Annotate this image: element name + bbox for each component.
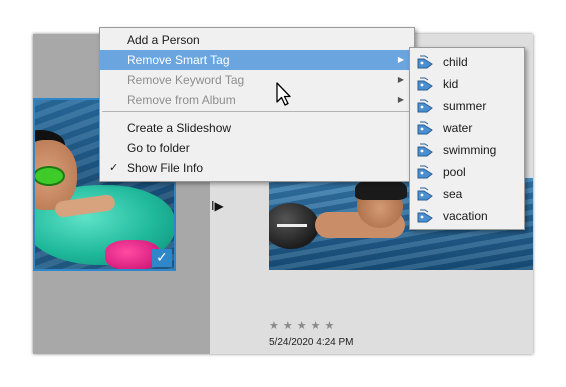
smart-tag-label: sea bbox=[443, 187, 463, 201]
play-icon[interactable]: I▶ bbox=[211, 200, 224, 212]
smart-tag-item-water[interactable]: water bbox=[410, 117, 524, 139]
smart-tag-submenu: child kid summer water swimming pool sea… bbox=[409, 47, 525, 230]
menu-item-label: Show File Info bbox=[127, 161, 204, 175]
smart-tag-icon bbox=[417, 165, 433, 179]
smart-tag-item-sea[interactable]: sea bbox=[410, 183, 524, 205]
smart-tag-icon bbox=[417, 143, 433, 157]
menu-item-label: Add a Person bbox=[127, 33, 200, 47]
smart-tag-label: kid bbox=[443, 77, 459, 91]
smart-tag-icon bbox=[417, 121, 433, 135]
smart-tag-icon bbox=[417, 55, 433, 69]
smart-tag-item-summer[interactable]: summer bbox=[410, 95, 524, 117]
menu-item-remove-smart-tag[interactable]: Remove Smart Tag ▶ bbox=[100, 50, 414, 70]
selected-check-icon: ✓ bbox=[152, 249, 172, 267]
smart-tag-item-kid[interactable]: kid bbox=[410, 73, 524, 95]
submenu-arrow-icon: ▶ bbox=[397, 75, 404, 84]
smart-tag-item-child[interactable]: child bbox=[410, 51, 524, 73]
menu-item-label: Remove Smart Tag bbox=[127, 53, 230, 67]
smart-tag-item-pool[interactable]: pool bbox=[410, 161, 524, 183]
photo-goggles bbox=[35, 166, 65, 186]
smart-tag-label: vacation bbox=[443, 209, 488, 223]
photo-date: 5/24/2020 4:24 PM bbox=[269, 337, 354, 348]
mouse-cursor-icon bbox=[276, 82, 291, 106]
smart-tag-icon bbox=[417, 77, 433, 91]
menu-item-label: Go to folder bbox=[127, 141, 190, 155]
star-rating[interactable]: ★★★★★ bbox=[269, 319, 338, 332]
menu-item-show-file-info[interactable]: ✓ Show File Info bbox=[100, 158, 414, 178]
smart-tag-icon bbox=[417, 209, 433, 223]
smart-tag-icon bbox=[417, 187, 433, 201]
check-icon: ✓ bbox=[109, 162, 119, 174]
submenu-arrow-icon: ▶ bbox=[397, 55, 404, 64]
menu-item-go-to-folder[interactable]: Go to folder bbox=[100, 138, 414, 158]
menu-item-remove-from-album[interactable]: Remove from Album ▶ bbox=[100, 90, 414, 110]
smart-tag-icon bbox=[417, 99, 433, 113]
smart-tag-label: water bbox=[443, 121, 473, 135]
smart-tag-label: summer bbox=[443, 99, 487, 113]
context-menu: Add a Person Remove Smart Tag ▶ Remove K… bbox=[99, 27, 415, 182]
menu-item-create-slideshow[interactable]: Create a Slideshow bbox=[100, 118, 414, 138]
smart-tag-label: child bbox=[443, 55, 468, 69]
smart-tag-item-vacation[interactable]: vacation bbox=[410, 205, 524, 227]
photo-football-lace bbox=[277, 224, 307, 227]
smart-tag-label: swimming bbox=[443, 143, 497, 157]
menu-separator bbox=[102, 111, 412, 112]
menu-item-label: Remove from Album bbox=[127, 93, 236, 107]
submenu-arrow-icon: ▶ bbox=[397, 95, 404, 104]
menu-item-label: Create a Slideshow bbox=[127, 121, 232, 135]
menu-item-add-person[interactable]: Add a Person bbox=[100, 30, 414, 50]
menu-item-remove-keyword-tag[interactable]: Remove Keyword Tag ▶ bbox=[100, 70, 414, 90]
smart-tag-item-swimming[interactable]: swimming bbox=[410, 139, 524, 161]
smart-tag-label: pool bbox=[443, 165, 466, 179]
menu-item-label: Remove Keyword Tag bbox=[127, 73, 245, 87]
